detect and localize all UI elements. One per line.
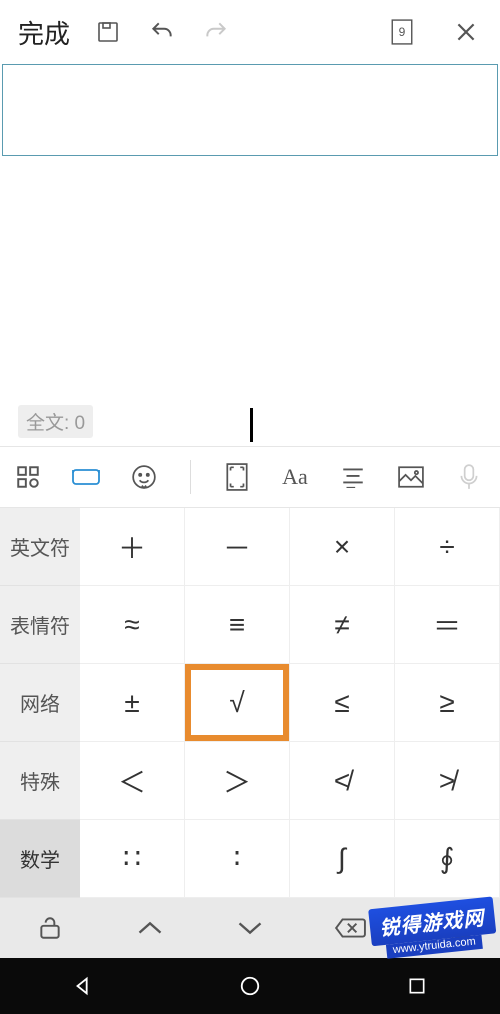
symbol-key[interactable]: ≥ (395, 664, 500, 742)
done-button[interactable]: 完成 (10, 14, 78, 51)
category-tab[interactable]: 表情符 (0, 586, 80, 664)
symbol-key[interactable]: ＋ (80, 508, 185, 586)
symbol-key[interactable]: ≈ (80, 586, 185, 664)
symbol-key[interactable]: √ (185, 664, 290, 742)
nav-recent-icon[interactable] (334, 976, 499, 996)
category-tab[interactable]: 英文符 (0, 508, 80, 586)
watermark: 锐得游戏网 www.ytruida.com (355, 849, 500, 961)
chevron-up-icon[interactable] (100, 919, 200, 937)
page-indicator[interactable]: 9 (378, 8, 426, 56)
symbol-key[interactable]: － (185, 508, 290, 586)
text-editor-main[interactable]: 全文: 0 (0, 156, 500, 446)
nav-home-icon[interactable] (167, 975, 332, 997)
symbol-key[interactable]: ∶ (185, 820, 290, 898)
category-tab[interactable]: 网络 (0, 664, 80, 742)
symbol-key[interactable]: ≮ (290, 742, 395, 820)
chevron-down-icon[interactable] (200, 919, 300, 937)
symbol-grid: ＋－×÷≈≡≠＝±√≤≥＜＞≮≯∷∶∫∮ (80, 508, 500, 898)
category-list: 英文符表情符网络特殊数学 (0, 508, 80, 898)
page-number: 9 (399, 25, 406, 39)
category-tab[interactable]: 特殊 (0, 742, 80, 820)
close-icon[interactable] (442, 8, 490, 56)
symbol-key[interactable]: ≡ (185, 586, 290, 664)
mic-icon[interactable] (453, 461, 485, 493)
lock-icon[interactable] (0, 915, 100, 941)
symbol-key[interactable]: ≠ (290, 586, 395, 664)
apps-icon[interactable] (12, 461, 44, 493)
nav-bar (0, 958, 500, 1014)
symbol-key[interactable]: ∷ (80, 820, 185, 898)
text-cursor (250, 408, 253, 442)
nav-back-icon[interactable] (1, 975, 166, 997)
toolbar: Aa (0, 446, 500, 508)
symbol-key[interactable]: ＜ (80, 742, 185, 820)
symbol-key[interactable]: ＞ (185, 742, 290, 820)
symbol-key[interactable]: ≯ (395, 742, 500, 820)
category-tab[interactable]: 数学 (0, 820, 80, 898)
text-editor-top[interactable] (2, 64, 498, 156)
word-count-label: 全文: 0 (18, 405, 93, 438)
fullscreen-icon[interactable] (221, 461, 253, 493)
symbol-key[interactable]: × (290, 508, 395, 586)
symbol-key[interactable]: ± (80, 664, 185, 742)
undo-icon[interactable] (138, 8, 186, 56)
redo-icon (192, 8, 240, 56)
save-icon[interactable] (84, 8, 132, 56)
align-icon[interactable] (337, 461, 369, 493)
image-icon[interactable] (395, 461, 427, 493)
emoji-icon[interactable] (128, 461, 160, 493)
symbol-key[interactable]: ÷ (395, 508, 500, 586)
text-style-icon[interactable]: Aa (279, 461, 311, 493)
separator (190, 460, 191, 494)
symbol-key[interactable]: ≤ (290, 664, 395, 742)
symbol-key[interactable]: ＝ (395, 586, 500, 664)
keyboard-icon[interactable] (70, 461, 102, 493)
